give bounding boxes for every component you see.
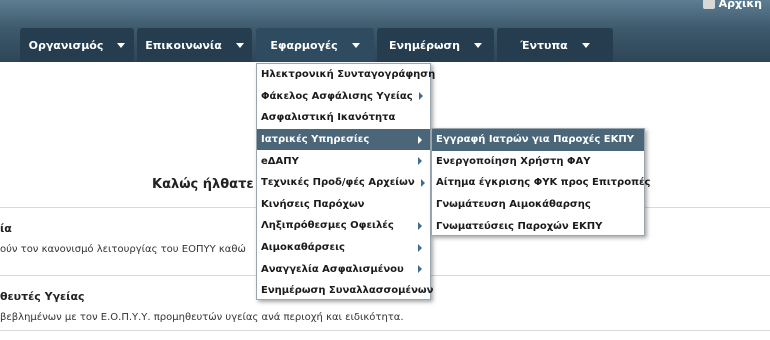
menu-item-label: eΔΑΠΥ xyxy=(261,155,299,167)
menu-item-label: Ασφαλιστική Ικανότητα xyxy=(261,112,396,124)
section-title: θευτές Υγείας xyxy=(0,290,85,303)
nav-tab-organization[interactable]: Οργανισμός xyxy=(20,28,134,62)
chevron-down-icon xyxy=(473,42,482,48)
nav-tab-contact[interactable]: Επικοινωνία xyxy=(137,28,252,62)
section-text: ούν τον κανονισμό λειτουργίας του ΕΟΠΥΥ … xyxy=(0,244,246,255)
menu-item-label: Αιμοκαθάρσεις xyxy=(261,242,345,254)
menu-item-label: Ιατρικές Υπηρεσίες xyxy=(261,134,370,146)
nav-tab-label: Επικοινωνία xyxy=(145,38,222,52)
chevron-right-icon xyxy=(420,178,425,187)
menu-item-label: Κινήσεις Παρόχων xyxy=(261,198,365,210)
section-text: βεβλημένων με τον Ε.Ο.Π.Υ.Υ. προμηθευτών… xyxy=(0,312,404,323)
menu-item-label: Φάκελος Ασφάλισης Υγείας xyxy=(261,90,413,102)
menu-item-hemodialysis[interactable]: Αιμοκαθάρσεις xyxy=(257,237,430,259)
chevron-right-icon xyxy=(418,135,422,144)
home-link[interactable]: Αρχική xyxy=(702,0,762,10)
submenu-item-approval-request[interactable]: Αίτημα έγκρισης ΦΥΚ προς Επιτροπές xyxy=(432,172,650,194)
chevron-down-icon xyxy=(117,42,126,48)
nav-tab-label: Ενημέρωση xyxy=(389,38,460,52)
nav-tab-applications[interactable]: Εφαρμογές xyxy=(256,28,374,62)
menu-item-medical-services[interactable]: Ιατρικές Υπηρεσίες xyxy=(257,128,430,151)
nav-tab-label: Εφαρμογές xyxy=(270,38,338,52)
chevron-right-icon xyxy=(418,243,422,252)
menu-item-label: Ληξιπρόθεσμες Οφειλές xyxy=(261,220,394,232)
menu-item-insurance-capacity[interactable]: Ασφαλιστική Ικανότητα xyxy=(257,107,430,129)
home-label: Αρχική xyxy=(718,0,762,10)
menu-item-label: Τεχνικές Προδ/φές Αρχείων xyxy=(261,177,415,189)
menu-item-label: Γνωμάτευση Αιμοκάθαρσης xyxy=(436,199,591,211)
medical-services-submenu: Εγγραφή Ιατρών για Παροχές ΕΚΠΥ Ενεργοπο… xyxy=(431,128,650,237)
submenu-item-hemodialysis-opinion[interactable]: Γνωμάτευση Αιμοκάθαρσης xyxy=(432,194,644,216)
section-title: ία xyxy=(0,222,12,235)
menu-item-edapy[interactable]: eΔΑΠΥ xyxy=(257,150,430,172)
menu-item-label: Γνωματεύσεις Παροχών ΕΚΠΥ xyxy=(436,220,603,232)
nav-tab-label: Έντυπα xyxy=(520,38,568,52)
menu-item-label: Ενεργοποίηση Χρήστη ΦΑΥ xyxy=(436,155,591,167)
menu-item-label: Εγγραφή Ιατρών για Παροχές ΕΚΠΥ xyxy=(436,134,634,146)
applications-dropdown-menu: Ηλεκτρονική Συνταγογράφηση Φάκελος Ασφάλ… xyxy=(256,63,435,302)
submenu-item-doctor-registration[interactable]: Εγγραφή Ιατρών για Παροχές ΕΚΠΥ xyxy=(432,129,644,151)
home-icon xyxy=(702,0,715,9)
chevron-right-icon xyxy=(418,221,422,230)
chevron-right-icon xyxy=(418,92,423,101)
menu-item-trader-updates[interactable]: Ενημέρωση Συναλλασσομένων xyxy=(257,280,434,302)
divider xyxy=(0,330,770,331)
menu-item-label: Αναγγελία Ασφαλισμένου xyxy=(261,263,404,275)
chevron-down-icon xyxy=(351,42,360,48)
menu-item-label: Αίτημα έγκρισης ΦΥΚ προς Επιτροπές xyxy=(436,177,651,189)
menu-item-provider-movements[interactable]: Κινήσεις Παρόχων xyxy=(257,194,430,216)
chevron-down-icon xyxy=(581,42,590,48)
menu-item-health-insurance-file[interactable]: Φάκελος Ασφάλισης Υγείας xyxy=(257,86,430,108)
welcome-heading: Καλώς ήλθατε xyxy=(152,177,254,192)
nav-tab-label: Οργανισμός xyxy=(28,38,104,52)
menu-item-label: Ενημέρωση Συναλλασσομένων xyxy=(261,285,434,297)
nav-tab-news[interactable]: Ενημέρωση xyxy=(377,28,494,62)
nav-tab-forms[interactable]: Έντυπα xyxy=(497,28,613,62)
menu-item-insured-notification[interactable]: Αναγγελία Ασφαλισμένου xyxy=(257,258,430,280)
chevron-right-icon xyxy=(418,265,422,274)
submenu-item-user-activation[interactable]: Ενεργοποίηση Χρήστη ΦΑΥ xyxy=(432,151,644,173)
menu-item-file-specs[interactable]: Τεχνικές Προδ/φές Αρχείων xyxy=(257,172,430,194)
menu-item-label: Ηλεκτρονική Συνταγογράφηση xyxy=(261,69,436,81)
chevron-down-icon xyxy=(235,42,244,48)
chevron-right-icon xyxy=(418,157,422,166)
top-navigation-bar: Αρχική Οργανισμός Επικοινωνία Εφαρμογές … xyxy=(0,0,770,62)
menu-item-eprescription[interactable]: Ηλεκτρονική Συνταγογράφηση xyxy=(257,64,435,86)
submenu-item-benefit-opinions[interactable]: Γνωματεύσεις Παροχών ΕΚΠΥ xyxy=(432,215,644,237)
menu-item-overdue-debts[interactable]: Ληξιπρόθεσμες Οφειλές xyxy=(257,215,430,237)
